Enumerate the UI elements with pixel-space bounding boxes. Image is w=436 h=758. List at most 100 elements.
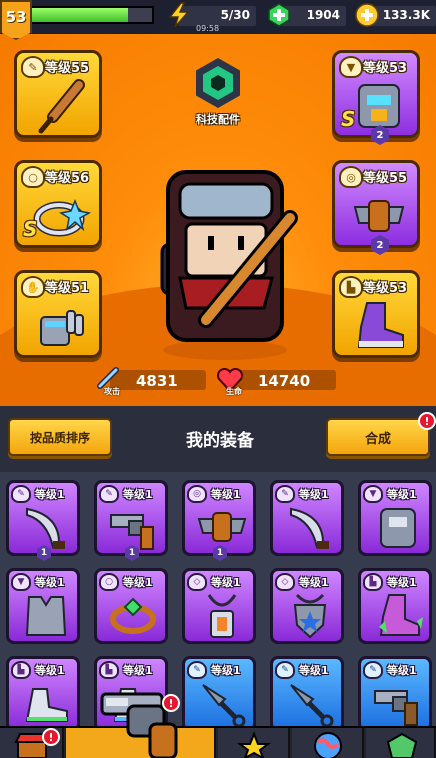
weapon-type-icon: ✎ (11, 485, 31, 503)
slot-level: 等级53 (363, 281, 408, 296)
slot-belt[interactable]: ◎ 等级55 2 (332, 160, 420, 255)
coin-plus-icon (355, 3, 379, 27)
gloves-type-icon: ✋ (21, 276, 45, 298)
globe-icon (314, 732, 342, 758)
item-level: 等级1 (387, 488, 417, 501)
slot-gloves[interactable]: ✋ 等级51 (14, 270, 102, 358)
health-stat: 14740 生命 (214, 366, 336, 396)
nav-tab-locked[interactable] (366, 728, 436, 758)
attack-stat: 4831 攻击 (92, 366, 212, 396)
item-level: 等级1 (123, 488, 153, 501)
tech-parts-button[interactable]: 科技配件 (190, 58, 246, 127)
boots-type-icon: ▙ (99, 661, 119, 679)
slot-ring[interactable]: ○ 等级56 S (14, 160, 102, 248)
revolver-icon (110, 514, 154, 550)
energy-value: 5/30 (220, 8, 250, 22)
ring-icon (33, 198, 91, 237)
locked-icon (386, 732, 418, 758)
health-label: 生命 (226, 387, 242, 396)
equipment-icon[interactable] (92, 684, 210, 758)
tech-parts-label: 科技配件 (196, 113, 240, 126)
tech-hex-icon (196, 58, 240, 108)
slot-level: 等级53 (363, 61, 408, 76)
armor-type-icon: ▼ (363, 485, 383, 503)
panel-header: 按品质排序 我的装备 合成 ! (0, 406, 436, 472)
item-level: 等级1 (123, 576, 153, 589)
item-level: 等级1 (299, 576, 329, 589)
belt-type-icon: ◎ (339, 166, 363, 188)
inventory-item[interactable]: ◎ 等级1 1 (182, 480, 256, 561)
item-level: 等级1 (211, 488, 241, 501)
item-level: 等级1 (211, 576, 241, 589)
amulet-icon (207, 594, 237, 638)
machete-icon (26, 507, 65, 549)
shield-pendant-icon (293, 593, 327, 639)
merge-alert-badge: ! (418, 412, 436, 430)
weapon-type-icon: ✎ (275, 661, 295, 679)
boots-type-icon: ▙ (363, 573, 383, 591)
equipment-panel: 按品质排序 我的装备 合成 ! ✎ 等级1 1 ✎ 等级1 1 ◎ 等级1 1 … (0, 406, 436, 758)
slot-weapon[interactable]: ✎ 等级55 (14, 50, 102, 138)
nav-tab-shop[interactable]: ! (0, 728, 64, 758)
energy-timer: 09:58 (196, 24, 220, 33)
slot-boots[interactable]: ▙ 等级53 (332, 270, 420, 358)
ring-type-icon: ○ (99, 573, 119, 591)
slot-level: 等级56 (45, 171, 90, 186)
item-level: 等级1 (35, 488, 65, 501)
inventory-item[interactable]: ◇ 等级1 (182, 568, 256, 644)
item-level: 等级1 (35, 664, 65, 677)
s-rank-mark: S (23, 217, 38, 241)
attack-label: 攻击 (104, 387, 120, 396)
gem-value: 1904 (306, 8, 340, 22)
amulet-type-icon: ◇ (187, 573, 207, 591)
inventory-item[interactable]: ✎ 等级1 1 (6, 480, 80, 561)
inventory-item[interactable]: ✎ 等级1 (270, 656, 344, 732)
top-bar: 53 5/30 09:58 1904 133.3K (0, 0, 436, 40)
inventory-item[interactable]: ▙ 等级1 (358, 568, 432, 644)
merge-button[interactable]: 合成 (326, 418, 430, 456)
my-equipment-title: 我的装备 (186, 431, 254, 451)
lightning-icon (168, 2, 190, 28)
nav-tab-world[interactable] (292, 728, 364, 758)
shop-alert-badge: ! (42, 728, 60, 746)
inventory-item[interactable]: ▼ 等级1 (6, 568, 80, 644)
item-level: 等级1 (387, 664, 417, 677)
hero-area: 科技配件 ✎ 等级55 ○ 等级56 S ✋ 等级51 ▼ 等级53 S 2 ◎… (0, 34, 436, 406)
spiked-boots-icon (379, 594, 423, 636)
baseball-bat-icon (38, 79, 85, 134)
armor-icon (380, 508, 416, 548)
inventory-item[interactable]: ✎ 等级1 1 (94, 480, 168, 561)
item-level: 等级1 (387, 576, 417, 589)
weapon-type-icon: ✎ (275, 485, 295, 503)
item-level: 等级1 (123, 664, 153, 677)
inventory-item[interactable]: ▼ 等级1 (358, 480, 432, 556)
belt-icon (197, 512, 247, 542)
weapon-type-icon: ✎ (187, 661, 207, 679)
revolver-icon (374, 690, 418, 726)
inventory-item[interactable]: ✎ 等级1 (358, 656, 432, 732)
gem-counter[interactable]: 1904 (268, 3, 346, 27)
energy-counter[interactable]: 5/30 (168, 2, 256, 28)
equipment-alert-badge: ! (162, 694, 180, 712)
item-level: 等级1 (299, 664, 329, 677)
gauntlet-icon (40, 310, 84, 346)
attack-value: 4831 (136, 372, 178, 390)
armor-type-icon: ▼ (339, 56, 363, 78)
slot-armor[interactable]: ▼ 等级53 S 2 (332, 50, 420, 145)
amulet-type-icon: ◇ (275, 573, 295, 591)
weapon-type-icon: ✎ (21, 56, 45, 78)
inventory-item[interactable]: ▙ 等级1 (6, 656, 80, 732)
item-level: 等级1 (299, 488, 329, 501)
inventory-item[interactable]: ◇ 等级1 (270, 568, 344, 644)
armor-type-icon: ▼ (11, 573, 31, 591)
inventory-item[interactable]: ○ 等级1 (94, 568, 168, 644)
machete-icon (290, 507, 329, 549)
inventory-item[interactable]: ✎ 等级1 (270, 480, 344, 556)
player-level-badge[interactable]: 53 (0, 0, 32, 40)
stars-icon (237, 732, 271, 758)
boots-type-icon: ▙ (11, 661, 31, 679)
sort-by-quality-button[interactable]: 按品质排序 (8, 418, 112, 456)
coin-counter[interactable]: 133.3K (355, 3, 436, 27)
ring-icon (110, 597, 156, 634)
nav-tab-stars[interactable] (218, 728, 290, 758)
